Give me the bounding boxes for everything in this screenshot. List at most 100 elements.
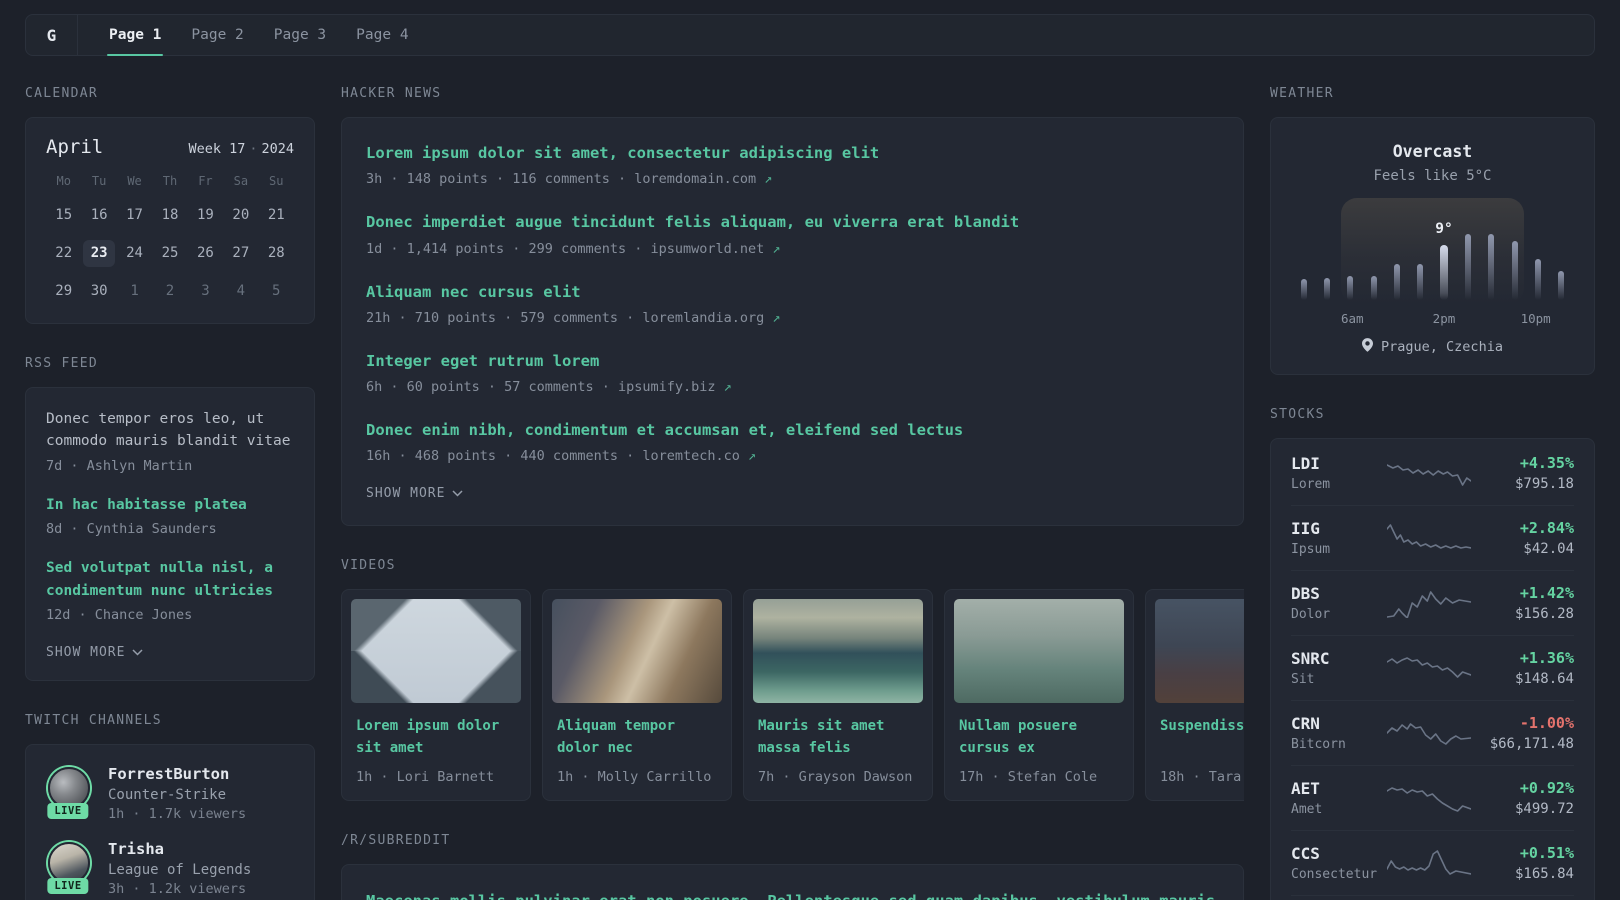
column-middle: HACKER NEWS Lorem ipsum dolor sit amet, …: [341, 86, 1244, 900]
video-title[interactable]: Aliquam tempor dolor nec pharetra…: [552, 716, 722, 760]
video-title[interactable]: Suspendisse diam: [1155, 716, 1244, 760]
news-item: Aliquam nec cursus elit 21h · 710 points …: [366, 281, 1219, 326]
rss-item-title[interactable]: Sed volutpat nulla nisl, a condimentum n…: [46, 557, 294, 602]
twitch-channel-name[interactable]: Trisha: [108, 840, 251, 858]
stock-change: +0.92%: [1519, 779, 1574, 797]
news-item-domain[interactable]: loremtech.co: [642, 448, 740, 464]
calendar-day: 28: [267, 245, 285, 261]
stock-price: $795.18: [1514, 476, 1574, 492]
weather-bar: [1511, 240, 1518, 300]
twitch-channel[interactable]: LIVE Trisha League of Legends 3h · 1.2k vie…: [46, 840, 294, 897]
video-title[interactable]: Nullam posuere cursus ex: [954, 716, 1124, 760]
twitch-avatar-wrap: LIVE: [46, 840, 90, 895]
tab-page-2[interactable]: Page 2: [176, 15, 258, 55]
hackernews-show-more-button[interactable]: SHOW MORE: [366, 486, 463, 501]
stock-row[interactable]: AHS+0.46%: [1291, 895, 1574, 900]
rss-show-more-button[interactable]: SHOW MORE: [46, 645, 143, 660]
stock-row[interactable]: DBS Dolor +1.42% $156.28: [1291, 570, 1574, 635]
stock-info: LDI Lorem: [1291, 454, 1379, 492]
stock-values: -1.00% $66,171.48: [1490, 714, 1574, 752]
news-item-title[interactable]: Integer eget rutrum lorem: [366, 350, 1219, 373]
twitch-avatar-wrap: LIVE: [46, 765, 90, 820]
stock-row[interactable]: LDI Lorem +4.35% $795.18: [1291, 441, 1574, 505]
news-item-title[interactable]: Donec imperdiet augue tincidunt felis al…: [366, 211, 1219, 234]
video-card[interactable]: Mauris sit amet massa felis 7h · Grayson …: [743, 589, 933, 802]
stock-row[interactable]: SNRC Sit +1.36% $148.64: [1291, 635, 1574, 700]
calendar-month: April: [46, 136, 104, 158]
stock-info: CRN Bitcorn: [1291, 714, 1379, 752]
tab-page-1[interactable]: Page 1: [94, 15, 176, 56]
rss-widget-title: RSS FEED: [25, 356, 99, 371]
video-card[interactable]: Lorem ipsum dolor sit amet consectetu… 1h…: [341, 589, 531, 802]
stock-name: Ipsum: [1291, 542, 1331, 557]
news-item: Integer eget rutrum lorem 6h · 60 points …: [366, 350, 1219, 395]
rss-item-title[interactable]: Donec tempor eros leo, ut commodo mauris…: [46, 408, 294, 453]
twitch-card: LIVE ForrestBurton Counter-Strike 1h · 1.7k…: [25, 744, 315, 900]
video-title[interactable]: Mauris sit amet massa felis: [753, 716, 923, 760]
stock-change: +0.51%: [1519, 844, 1574, 862]
tab-page-4[interactable]: Page 4: [341, 15, 423, 55]
video-card[interactable]: Aliquam tempor dolor nec pharetra… 1h · M…: [542, 589, 732, 802]
stock-price: $66,171.48: [1489, 736, 1574, 752]
stock-values: +2.84% $42.04: [1520, 519, 1574, 557]
news-item-title[interactable]: Aliquam nec cursus elit: [366, 281, 1219, 304]
stock-row[interactable]: CRN Bitcorn -1.00% $66,171.48: [1291, 700, 1574, 765]
video-thumbnail: [1155, 599, 1244, 704]
video-title[interactable]: Lorem ipsum dolor sit amet consectetu…: [351, 716, 521, 760]
video-thumbnail: [351, 599, 521, 704]
stock-sparkline: [1387, 787, 1471, 812]
news-item-title[interactable]: Lorem ipsum dolor sit amet, consectetur …: [366, 142, 1219, 165]
stock-sparkline: [1387, 464, 1471, 486]
rss-item: Sed volutpat nulla nisl, a condimentum n…: [46, 557, 294, 623]
stock-ticker: CRN: [1291, 714, 1320, 733]
video-card[interactable]: Nullam posuere cursus ex 17h · Stefan Col…: [944, 589, 1134, 802]
stock-ticker: AET: [1291, 779, 1320, 798]
calendar-day-header: Mo: [56, 174, 71, 188]
weather-bar: [1393, 263, 1400, 300]
app-logo[interactable]: G: [26, 15, 78, 55]
news-item-domain[interactable]: ipsumify.biz: [618, 379, 716, 395]
stock-row[interactable]: IIG Ipsum +2.84% $42.04: [1291, 505, 1574, 570]
calendar-day: 29: [55, 283, 73, 299]
news-item-domain[interactable]: loremdomain.com: [634, 171, 756, 187]
news-item-domain[interactable]: loremlandia.org: [642, 310, 764, 326]
calendar-day: 27: [232, 245, 250, 261]
twitch-channel-info: ForrestBurton Counter-Strike 1h · 1.7k vie…: [108, 765, 246, 822]
weather-location-label: Prague, Czechia: [1381, 339, 1503, 355]
twitch-channel[interactable]: LIVE ForrestBurton Counter-Strike 1h · 1.7k…: [46, 765, 294, 822]
stock-info: SNRC Sit: [1291, 649, 1379, 687]
stock-change: +1.36%: [1519, 649, 1574, 667]
news-item-meta-text: 6h · 60 points · 57 comments ·: [366, 379, 618, 395]
rss-items: Donec tempor eros leo, ut commodo mauris…: [46, 408, 294, 623]
stock-row[interactable]: AET Amet +0.92% $499.72: [1291, 765, 1574, 830]
twitch-channel-game: League of Legends: [108, 862, 252, 879]
stock-info: CCS Consectetur: [1291, 844, 1379, 882]
news-item-title[interactable]: Maecenas mollis pulvinar erat non posuer…: [366, 889, 1219, 900]
calendar-day: 20: [232, 207, 250, 223]
calendar-day: 26: [196, 245, 214, 261]
video-card[interactable]: Suspendisse diam 18h · Tara: [1145, 589, 1244, 802]
rss-item-title[interactable]: In hac habitasse platea: [46, 494, 294, 516]
stock-change: -1.00%: [1519, 714, 1574, 732]
video-thumbnail: [552, 599, 722, 704]
calendar-day: 18: [161, 207, 179, 223]
stock-price: $148.64: [1514, 671, 1574, 687]
news-item-meta: 21h · 710 points · 579 comments · loreml…: [366, 310, 1219, 326]
weather-time-label: 10pm: [1520, 311, 1551, 326]
chevron-down-icon: [452, 486, 463, 501]
news-item-domain[interactable]: ipsumworld.net: [650, 241, 764, 257]
rss-item-meta: 7d · Ashlyn Martin: [46, 457, 193, 474]
videos-widget: VIDEOS Lorem ipsum dolor sit amet consec…: [341, 558, 1244, 802]
stock-info: DBS Dolor: [1291, 584, 1379, 622]
calendar-day: 17: [126, 207, 143, 223]
weather-bar: [1347, 276, 1354, 300]
weather-location[interactable]: Prague, Czechia: [1291, 338, 1574, 356]
columns: CALENDAR April Week 17 · 2024 Mo Tu We Th Fr Sa…: [0, 86, 1620, 900]
stock-row[interactable]: CCS Consectetur +0.51% $165.84: [1291, 830, 1574, 895]
videos-widget-title: VIDEOS: [341, 558, 396, 574]
tab-page-3[interactable]: Page 3: [259, 15, 341, 55]
weather-bar: [1301, 279, 1307, 300]
stock-info: IIG Ipsum: [1291, 519, 1379, 557]
twitch-channel-name[interactable]: ForrestBurton: [108, 765, 246, 783]
news-item-title[interactable]: Donec enim nibh, condimentum et accumsan…: [366, 419, 1219, 442]
